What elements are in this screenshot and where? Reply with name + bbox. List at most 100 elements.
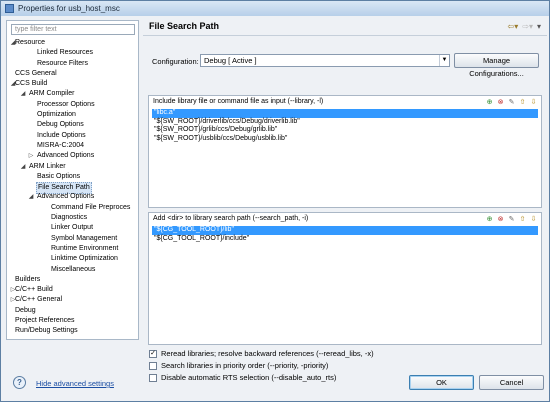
tree-item-label: Builders (15, 275, 41, 283)
tree-item[interactable]: Builders (7, 275, 138, 285)
search-path-list[interactable]: "${CG_TOOL_ROOT}/lib" "${CG_TOOL_ROOT}/in… (152, 226, 538, 243)
tree-item[interactable]: Diagnostics (7, 213, 138, 223)
app-icon (5, 4, 14, 13)
tree-item[interactable]: CCS General (7, 69, 138, 79)
tree-item[interactable]: ◢ ARM Linker (7, 162, 138, 172)
list-item[interactable]: "${CG_TOOL_ROOT}/include" (152, 235, 538, 244)
collapse-arrow-icon[interactable]: ◢ (20, 162, 26, 172)
add-icon[interactable]: ⊕ (485, 215, 494, 224)
tree-item[interactable]: MISRA-C:2004 (7, 141, 138, 151)
expand-arrow-icon[interactable]: ▷ (28, 151, 34, 161)
tree-item-label: Basic Options (37, 172, 81, 180)
tree-item[interactable]: Miscellaneous (7, 265, 138, 275)
search-path-title: Add <dir> to library search path (--sear… (153, 215, 309, 222)
tree-item-label: Advanced Options (37, 152, 95, 160)
tree-item[interactable]: Project References (7, 316, 138, 326)
tree-item-label: C/C++ General (15, 296, 63, 304)
tree-item[interactable]: Debug Options (7, 120, 138, 130)
tree-item-label: Runtime Environment (51, 244, 119, 252)
tree-item-label: Linktime Optimization (51, 255, 118, 263)
list-item[interactable]: "libc.a" (152, 109, 538, 118)
library-list-group: Include library file or command file as … (148, 95, 542, 208)
move-down-icon[interactable]: ⇩ (529, 215, 538, 224)
library-list[interactable]: "libc.a" "${SW_ROOT}/driverlib/ccs/Debug/… (152, 109, 538, 143)
configuration-label: Configuration: (152, 57, 199, 66)
library-list-toolbar: ⊕ ⊗ ✎ ⇧ ⇩ (485, 98, 538, 107)
tree-item-label: Advanced Options (37, 193, 95, 201)
library-list-title: Include library file or command file as … (153, 98, 324, 105)
cancel-button[interactable]: Cancel (479, 375, 544, 390)
tree-item[interactable]: ◢ Advanced Options (7, 192, 138, 202)
delete-icon[interactable]: ⊗ (496, 215, 505, 224)
move-up-icon[interactable]: ⇧ (518, 98, 527, 107)
edit-icon[interactable]: ✎ (507, 98, 516, 107)
move-up-icon[interactable]: ⇧ (518, 215, 527, 224)
option-checkbox[interactable]: ✓ Reread libraries; resolve backward refe… (149, 349, 374, 358)
list-item[interactable]: "${CG_TOOL_ROOT}/lib" (152, 226, 538, 235)
view-menu-icon[interactable]: ▾ (537, 22, 541, 31)
tree-item-label: Project References (15, 317, 75, 325)
tree-item[interactable]: Linker Output (7, 223, 138, 233)
tree-item[interactable]: Runtime Environment (7, 244, 138, 254)
window-title: Properties for usb_host_msc (18, 4, 120, 13)
properties-tree-pane: type filter text ◢ Resource Linked Resourc… (6, 20, 139, 340)
move-down-icon[interactable]: ⇩ (529, 98, 538, 107)
tree-item[interactable]: ◢ ARM Compiler (7, 89, 138, 99)
list-item[interactable]: "${SW_ROOT}/driverlib/ccs/Debug/driverli… (152, 118, 538, 127)
tree-item[interactable]: ◢ CCS Build (7, 79, 138, 89)
tree-item-label: Include Options (37, 131, 86, 139)
back-arrow-icon[interactable]: ⇦▾ (508, 22, 519, 31)
edit-icon[interactable]: ✎ (507, 215, 516, 224)
tree-item[interactable]: Debug (7, 306, 138, 316)
add-icon[interactable]: ⊕ (485, 98, 494, 107)
delete-icon[interactable]: ⊗ (496, 98, 505, 107)
tree-item-label: Resource (15, 39, 45, 46)
list-item[interactable]: "${SW_ROOT}/grlib/ccs/Debug/grlib.lib" (152, 126, 538, 135)
ok-button[interactable]: OK (409, 375, 474, 390)
filter-input[interactable]: type filter text (11, 24, 135, 35)
forward-arrow-icon[interactable]: ⇨▾ (522, 22, 533, 31)
tree-item[interactable]: ▷ C/C++ Build (7, 285, 138, 295)
tree-item-label: C/C++ Build (15, 286, 53, 294)
tree-item-label: MISRA-C:2004 (37, 141, 85, 149)
tree-item[interactable]: Include Options (7, 131, 138, 141)
tree-item[interactable]: Optimization (7, 110, 138, 120)
search-path-group: Add <dir> to library search path (--sear… (148, 212, 542, 345)
help-icon[interactable]: ? (13, 376, 26, 389)
tree-item[interactable]: ▷ C/C++ General (7, 295, 138, 305)
checkmark-icon[interactable]: ✓ (149, 349, 157, 358)
tree-item-label: CCS Build (15, 80, 48, 88)
configuration-select[interactable]: Debug [ Active ] ▼ (200, 54, 450, 67)
tree-item-label: Run/Debug Settings (15, 327, 78, 335)
tree-item[interactable]: Linked Resources (7, 48, 138, 58)
tree-item-label: Debug (15, 306, 36, 314)
search-path-toolbar: ⊕ ⊗ ✎ ⇧ ⇩ (485, 215, 538, 224)
title-separator (143, 35, 547, 36)
tree-item-label: Linked Resources (37, 49, 94, 57)
tree-item[interactable]: Linktime Optimization (7, 254, 138, 264)
tree-item[interactable]: ◢ Resource (7, 38, 138, 48)
chevron-down-icon[interactable]: ▼ (439, 55, 449, 66)
collapse-arrow-icon[interactable]: ◢ (28, 192, 34, 202)
tree-item[interactable]: Run/Debug Settings (7, 326, 138, 336)
properties-window: Properties for usb_host_msc type filter … (0, 0, 550, 402)
manage-configurations-button[interactable]: Manage Configurations... (454, 53, 539, 78)
option-label: Reread libraries; resolve backward refer… (161, 349, 374, 358)
collapse-arrow-icon[interactable]: ◢ (20, 89, 26, 99)
tree-item[interactable]: Processor Options (7, 100, 138, 110)
tree-item[interactable]: Basic Options (7, 172, 138, 182)
tree-item-label: ARM Compiler (29, 90, 75, 98)
tree-item[interactable]: Command File Preproces (7, 203, 138, 213)
tree-item-label: Symbol Management (51, 234, 118, 242)
property-page: File Search Path ⇦▾ ⇨▾ ▾ Configuration: … (143, 20, 547, 382)
tree-item[interactable]: Symbol Management (7, 234, 138, 244)
tree-item[interactable]: Resource Filters (7, 59, 138, 69)
list-item[interactable]: "${SW_ROOT}/usblib/ccs/Debug/usblib.lib" (152, 135, 538, 144)
tree-item[interactable]: ▷ Advanced Options (7, 151, 138, 161)
page-navigation: ⇦▾ ⇨▾ ▾ (508, 22, 541, 31)
tree-item[interactable]: File Search Path (7, 182, 138, 195)
tree-item-label: Diagnostics (51, 214, 88, 222)
hide-advanced-settings-link[interactable]: Hide advanced settings (36, 379, 114, 388)
page-title: File Search Path (149, 21, 220, 31)
properties-tree: ◢ Resource Linked Resources Resource Filter… (7, 38, 138, 337)
